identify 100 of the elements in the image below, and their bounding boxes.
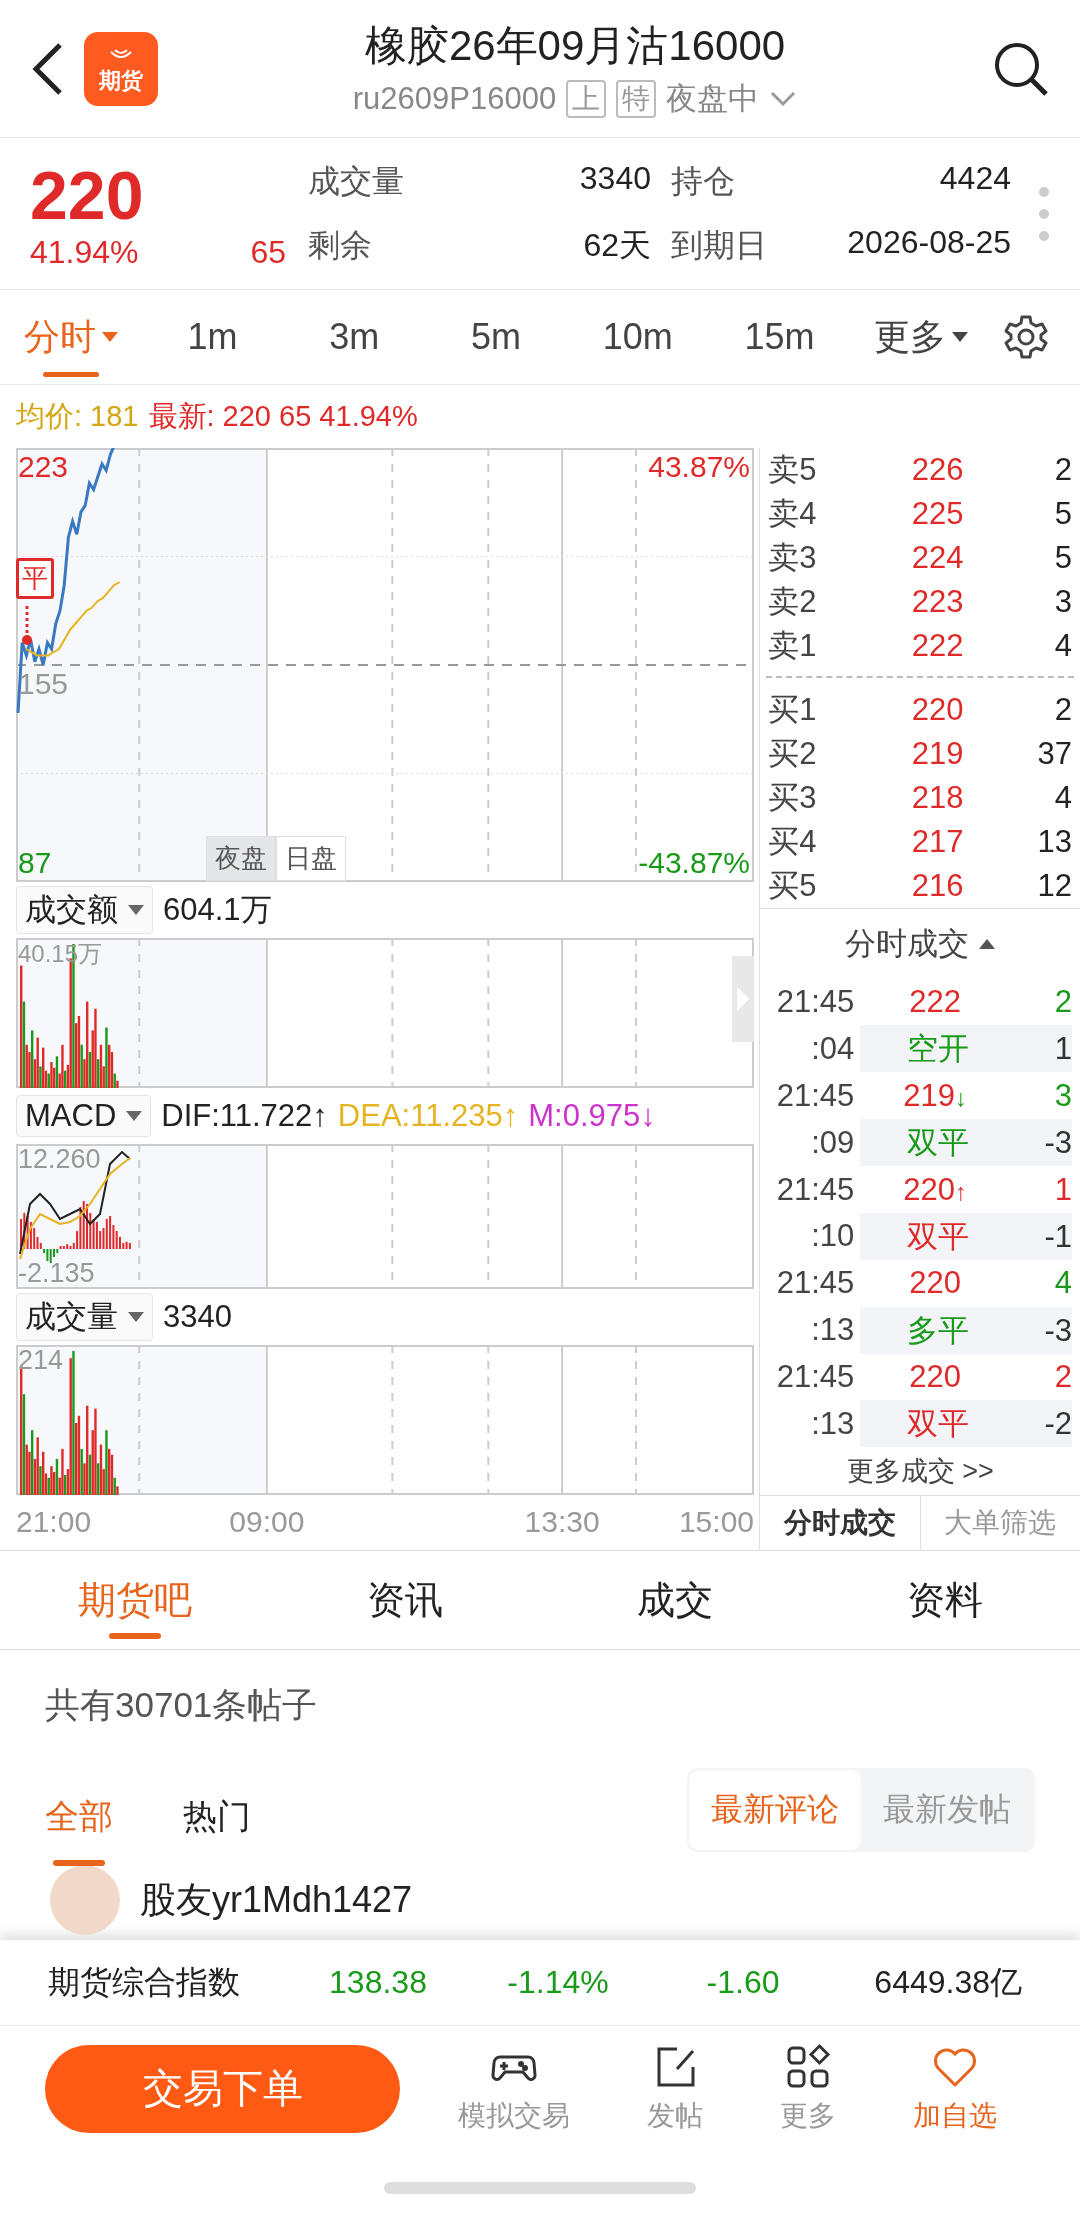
ask-volume: 4 (1053, 628, 1072, 664)
caret-icon (128, 905, 144, 915)
caret-icon (128, 1312, 144, 1322)
ask-level: 卖4 (768, 495, 818, 533)
trade-volume: 3 (1053, 1077, 1072, 1114)
period-tab[interactable]: 1m (141, 289, 284, 385)
stat-value: 4424 (938, 159, 1011, 198)
change-amount: 65 (250, 234, 286, 271)
indicator-value: DIF:11.722↑ (161, 1098, 328, 1134)
contract-code: ru2609P16000 (352, 80, 557, 117)
open-interest-change: -1 (1016, 1212, 1072, 1260)
trade-price: 220↑ (902, 1171, 968, 1208)
section-tab[interactable]: 资料 (810, 1551, 1080, 1649)
ask-volume: 2 (1053, 452, 1072, 488)
trade-time: 21:45 (775, 1171, 855, 1208)
axis-max-label: 214 (18, 1345, 64, 1376)
average-price: 均价: 181 (16, 398, 139, 434)
period-tab[interactable]: 5m (425, 289, 567, 385)
caret-icon (952, 332, 969, 342)
trade-seconds: :13 (810, 1312, 855, 1349)
back-icon[interactable] (30, 40, 64, 97)
bid-volume: 12 (1036, 868, 1072, 904)
trade-type: 双平 (860, 1212, 1016, 1260)
bid-price: 216 (910, 868, 965, 904)
stat-value: 2026-08-25 (846, 223, 1011, 262)
open-interest-change: -3 (1016, 1306, 1072, 1354)
trade-time: 21:45 (775, 984, 855, 1021)
index-change-percent: -1.14% (506, 1964, 610, 2001)
percent-high-label: 43.87% (648, 450, 750, 484)
section-tab[interactable]: 成交 (540, 1551, 810, 1649)
trade-type: 双平 (860, 1400, 1016, 1448)
time-label: 21:00 (16, 1505, 92, 1539)
expand-handle[interactable] (732, 956, 754, 1042)
chevron-down-icon[interactable] (769, 89, 798, 108)
indicator-value: M:0.975↓ (528, 1098, 656, 1134)
close-marker: 平 (16, 558, 54, 599)
ask-volume: 5 (1053, 496, 1072, 532)
latest-price: 最新: 220 65 41.94% (148, 398, 418, 434)
change-percent: 41.94% (30, 234, 139, 271)
trade-time: 21:45 (775, 1077, 855, 1114)
last-price: 220 (30, 156, 145, 234)
trade-type: 空开 (860, 1025, 1016, 1073)
open-interest-change: -2 (1016, 1400, 1072, 1448)
exchange-tag: 上 (566, 79, 607, 118)
ask-level: 卖3 (768, 539, 818, 577)
bid-price: 220 (910, 692, 965, 728)
ask-volume: 5 (1053, 540, 1072, 576)
period-tab[interactable]: 3m (283, 289, 426, 385)
open-interest-change: 1 (1016, 1025, 1072, 1073)
stat-value: 62天 (582, 225, 651, 265)
indicator-selector[interactable]: 成交量 (16, 1293, 153, 1341)
bid-level: 买2 (768, 735, 818, 773)
trade-volume: 2 (1053, 1359, 1072, 1396)
axis-min-label: -2.135 (18, 1258, 95, 1289)
session-tab[interactable]: 日盘 (276, 836, 346, 881)
period-tab[interactable]: 15m (708, 289, 851, 385)
bid-price: 218 (910, 780, 965, 816)
filter-tab[interactable]: 热门 (183, 1774, 251, 1866)
trade-seconds: :10 (810, 1218, 855, 1255)
ask-price: 225 (910, 496, 965, 532)
session-tab[interactable]: 夜盘 (206, 836, 276, 881)
open-interest-change: -3 (1016, 1119, 1072, 1167)
trade-price: 220 (908, 1265, 962, 1302)
period-tab[interactable]: 10m (566, 289, 709, 385)
bid-level: 买4 (768, 823, 818, 861)
bid-volume: 37 (1036, 736, 1072, 772)
indicator-selector[interactable]: MACD (16, 1095, 152, 1137)
session-status[interactable]: 夜盘中 (666, 77, 760, 120)
trade-price: 220 (908, 1359, 962, 1396)
trade-volume: 4 (1053, 1265, 1072, 1302)
post-count: 共有30701条帖子 (45, 1683, 318, 1726)
caret-icon (126, 1111, 143, 1121)
bid-price: 217 (910, 824, 965, 860)
trade-marker-pin (22, 606, 32, 645)
more-trades-link[interactable]: 更多成交 >> (760, 1447, 1080, 1496)
trade-seconds: :13 (810, 1406, 855, 1442)
ask-level: 卖1 (768, 627, 818, 665)
index-turnover: 6449.38亿 (873, 1962, 1022, 2002)
ask-price: 223 (910, 584, 965, 620)
index-ticker-bar[interactable]: 期货综合指数 138.38 -1.14% -1.60 6449.38亿 (0, 1940, 1080, 2026)
period-tab[interactable]: 更多 (850, 289, 993, 385)
section-tab[interactable]: 资讯 (270, 1551, 540, 1649)
stat-value: 3340 (578, 159, 651, 198)
trade-time: 21:45 (775, 1359, 855, 1396)
indicator-selector[interactable]: 成交额 (16, 886, 153, 934)
post-username[interactable]: 股友yr1Mdh1427 (140, 1875, 413, 1925)
trade-seconds: :04 (810, 1030, 855, 1067)
bid-level: 买5 (768, 867, 818, 905)
trade-time: 21:45 (775, 1265, 855, 1302)
index-change: -1.60 (705, 1964, 781, 2001)
ask-volume: 3 (1053, 584, 1072, 620)
ask-level: 卖5 (768, 451, 818, 489)
caret-icon[interactable] (979, 938, 996, 949)
indicator-value: DEA:11.235↑ (337, 1098, 519, 1134)
panel-value: 604.1万 (163, 891, 272, 929)
trades-title: 分时成交 (845, 924, 970, 963)
axis-max-label: 12.260 (18, 1144, 101, 1175)
price-low-label: 87 (18, 846, 52, 880)
trade-volume: 1 (1053, 1171, 1072, 1208)
time-label: 13:30 (524, 1505, 600, 1539)
